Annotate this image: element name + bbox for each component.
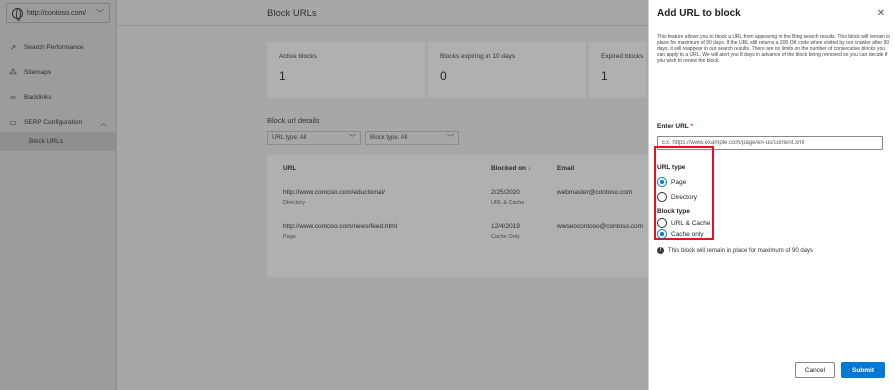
chevron-down-icon: ﹀ (447, 135, 454, 142)
radio-label: Page (671, 178, 687, 186)
section-title: Block url details (267, 116, 320, 125)
chevron-up-icon: ︿ (100, 119, 107, 127)
panel-title: Add URL to block (657, 8, 741, 19)
stat-card: Expired blocks 1 (589, 42, 646, 98)
table-row-date: 2/25/2020 URL & Cache (491, 189, 524, 206)
stat-card: Blocks expiring in 10 days 0 (428, 42, 586, 98)
stat-card: Active blocks 1 (267, 42, 425, 98)
filter-bar: URL type: All ﹀ Block type: All ﹀ (267, 131, 459, 145)
stat-value: 1 (601, 69, 608, 83)
table-row-date: 12/4/2019 Cache Only (491, 223, 520, 240)
background-app: http://contoso.com/ ﹀ ↗ Search Performan… (0, 0, 648, 390)
required-mark: * (690, 123, 694, 130)
column-header-url[interactable]: URL (283, 165, 296, 172)
radio-unselected-icon (657, 192, 667, 202)
filter-label: URL type: All (272, 135, 307, 141)
stats-row: Active blocks 1 Blocks expiring in 10 da… (267, 42, 648, 98)
enter-url-label: Enter URL * (657, 123, 693, 130)
sidebar-item-serp-configuration[interactable]: ▭ SERP Configuration ︿ (0, 113, 117, 132)
radio-label: Directory (671, 193, 698, 201)
stat-value: 0 (440, 69, 447, 83)
info-message: ! This block will remain in place for ma… (657, 247, 813, 254)
chevron-down-icon: ﹀ (96, 8, 104, 18)
table-row-email: webmaster@contoso.com (557, 189, 633, 196)
submit-button[interactable]: Submit (841, 362, 885, 378)
sidebar-item-label: Backlinks (24, 94, 52, 101)
main-content: Block URLs Active blocks 1 Blocks expiri… (117, 0, 648, 390)
trend-icon: ↗ (9, 43, 17, 52)
radio-directory[interactable]: Directory (657, 192, 697, 202)
page-title: Block URLs (117, 0, 648, 26)
sidebar-item-backlinks[interactable]: ∞ Backlinks (0, 88, 117, 107)
url-type-filter[interactable]: URL type: All ﹀ (267, 131, 361, 145)
sidebar-item-sitemaps[interactable]: ⁂ Sitemaps (0, 63, 117, 82)
url-type-label: URL type (657, 164, 686, 171)
sidebar-item-label: Block URLs (29, 138, 63, 145)
stat-label: Active blocks (279, 53, 317, 60)
link-icon: ∞ (10, 93, 16, 102)
block-type-text: URL & Cache (491, 200, 525, 206)
panel-description: This feature allows you to block a URL f… (657, 34, 891, 64)
stat-label: Blocks expiring in 10 days (440, 53, 516, 60)
sitemap-icon: ⁂ (9, 68, 17, 77)
radio-selected-icon (657, 229, 667, 239)
url-type-text: Page (283, 234, 296, 240)
block-type-filter[interactable]: Block type: All ﹀ (365, 131, 459, 145)
globe-icon (12, 7, 23, 21)
enter-url-label-text: Enter URL (657, 123, 689, 130)
url-type-text: Directory (283, 200, 306, 206)
chevron-down-icon: ﹀ (349, 135, 356, 142)
radio-label: Cache only (671, 230, 704, 238)
sidebar-nav: ↗ Search Performance ⁂ Sitemaps ∞ Backli… (0, 38, 117, 151)
radio-selected-icon (657, 177, 667, 187)
block-url-table: URL Blocked on ↓ Email http://www.contos… (267, 155, 648, 277)
table-row-url[interactable]: http://www.contoso.com/news/feed.html Pa… (283, 223, 397, 240)
table-row-email: wwseocontoso@contoso.com (557, 223, 644, 230)
radio-cache-only[interactable]: Cache only (657, 229, 704, 239)
radio-url-and-cache[interactable]: URL & Cache (657, 218, 711, 228)
date-text: 2/25/2020 (491, 189, 520, 196)
block-type-label: Block type (657, 208, 690, 215)
column-header-blocked-on[interactable]: Blocked on ↓ (491, 165, 531, 172)
serp-icon: ▭ (9, 118, 17, 127)
close-icon[interactable]: ✕ (877, 8, 885, 19)
sidebar-item-block-urls[interactable]: Block URLs (0, 132, 117, 151)
filter-label: Block type: All (370, 135, 408, 141)
add-url-panel: Add URL to block ✕ This feature allows y… (648, 0, 895, 390)
stat-label: Expired blocks (601, 53, 644, 60)
radio-label: URL & Cache (671, 219, 711, 227)
site-selector[interactable]: http://contoso.com/ ﹀ (6, 3, 110, 23)
date-text: 12/4/2019 (491, 223, 520, 230)
sidebar-item-label: SERP Configuration (24, 119, 83, 126)
stat-value: 1 (279, 69, 286, 83)
sidebar-item-label: Search Performance (24, 44, 84, 51)
radio-unselected-icon (657, 218, 667, 228)
sidebar-item-search-performance[interactable]: ↗ Search Performance (0, 38, 117, 57)
url-text: http://www.contoso.com/eductional/ (283, 189, 385, 196)
table-row-url[interactable]: http://www.contoso.com/eductional/ Direc… (283, 189, 385, 206)
site-url: http://contoso.com/ (27, 9, 87, 17)
radio-page[interactable]: Page (657, 177, 686, 187)
info-text: This block will remain in place for maxi… (668, 247, 814, 254)
sidebar: http://contoso.com/ ﹀ ↗ Search Performan… (0, 0, 117, 390)
info-icon: ! (657, 247, 664, 254)
column-header-email[interactable]: Email (557, 165, 574, 172)
block-type-text: Cache Only (491, 234, 520, 240)
cancel-button[interactable]: Cancel (795, 362, 835, 378)
url-text: http://www.contoso.com/news/feed.html (283, 223, 398, 230)
sidebar-item-label: Sitemaps (24, 69, 52, 76)
